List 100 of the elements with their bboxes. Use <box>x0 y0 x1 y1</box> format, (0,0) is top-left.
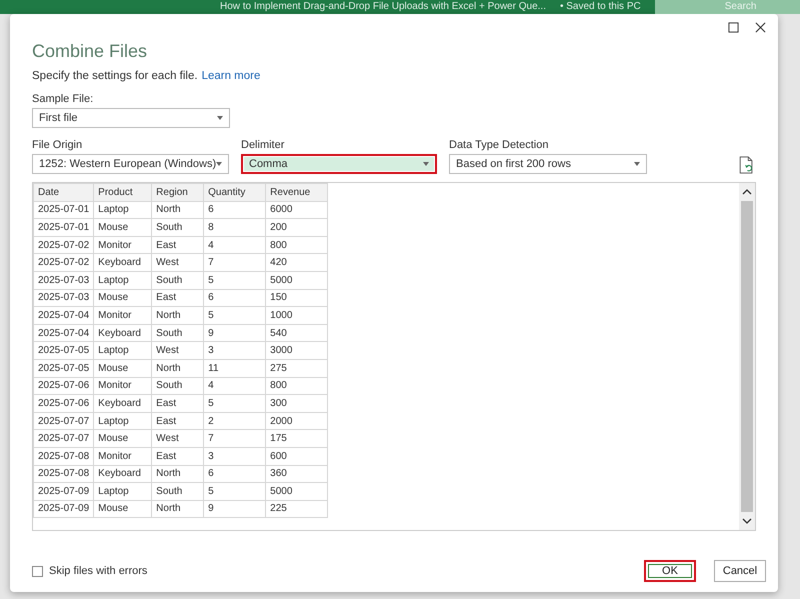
table-cell: 800 <box>266 236 328 254</box>
table-cell: North <box>152 359 204 378</box>
table-cell: 6000 <box>266 201 328 219</box>
table-cell: 2000 <box>266 412 328 430</box>
table-cell: 2025-07-09 <box>34 500 94 518</box>
table-cell: Mouse <box>94 289 152 307</box>
table-cell: South <box>152 482 204 500</box>
table-cell: Monitor <box>94 447 152 465</box>
table-cell: Mouse <box>94 359 152 378</box>
skip-errors-checkbox[interactable]: Skip files with errors <box>32 565 148 577</box>
table-cell: West <box>152 430 204 448</box>
table-cell: 2025-07-01 <box>34 201 94 219</box>
table-cell: 2025-07-08 <box>34 447 94 465</box>
table-cell: 2025-07-03 <box>34 289 94 307</box>
table-cell: 5 <box>204 306 266 324</box>
table-cell: 2025-07-07 <box>34 430 94 448</box>
save-status: • Saved to this PC <box>560 0 641 14</box>
dropdown[interactable]: Based on first 200 rows <box>449 154 647 174</box>
table-cell: 200 <box>266 218 328 236</box>
table-cell: 5 <box>204 271 266 290</box>
table-cell: 7 <box>204 430 266 448</box>
table-cell: East <box>152 394 204 412</box>
column-header: Date <box>34 184 94 202</box>
maximize-icon[interactable] <box>728 22 739 32</box>
table-cell: 8 <box>204 218 266 236</box>
table-cell: 2025-07-04 <box>34 306 94 324</box>
table-cell: Laptop <box>94 201 152 219</box>
learn-more-link[interactable]: Learn more <box>202 70 260 82</box>
table-cell: North <box>152 201 204 219</box>
table-cell: 175 <box>266 430 328 448</box>
field-label: Delimiter <box>241 138 286 152</box>
column-header: Region <box>152 184 204 202</box>
table-cell: 5000 <box>266 482 328 500</box>
document-title: How to Implement Drag-and-Drop File Uploads with Excel + Power Que... <box>220 0 546 14</box>
table-cell: 6 <box>204 465 266 483</box>
table-cell: 3 <box>204 447 266 465</box>
table-cell: South <box>152 377 204 395</box>
caret-icon <box>634 162 640 166</box>
table-cell: 5 <box>204 394 266 412</box>
table-cell: 9 <box>204 500 266 518</box>
table-cell: 5 <box>204 482 266 500</box>
caret-icon <box>423 162 429 166</box>
field-label: Data Type Detection <box>449 138 550 152</box>
table-cell: 1000 <box>266 306 328 324</box>
scrollbar[interactable] <box>739 183 755 530</box>
scroll-down-icon[interactable] <box>742 518 752 524</box>
table-cell: Keyboard <box>94 465 152 483</box>
table-cell: 3 <box>204 342 266 360</box>
table-cell: 2025-07-05 <box>34 359 94 378</box>
table-cell: East <box>152 447 204 465</box>
table-cell: 2025-07-02 <box>34 254 94 272</box>
table-cell: 2025-07-05 <box>34 342 94 360</box>
refresh-file-icon[interactable] <box>739 156 754 174</box>
table-cell: 2025-07-03 <box>34 271 94 290</box>
table-cell: Keyboard <box>94 254 152 272</box>
table-cell: South <box>152 324 204 342</box>
field-label: Sample File: <box>32 92 94 106</box>
table-cell: 2025-07-06 <box>34 394 94 412</box>
table-cell: Monitor <box>94 236 152 254</box>
cancel-button[interactable]: Cancel <box>714 560 766 582</box>
table-cell: 11 <box>204 359 266 378</box>
table-cell: 225 <box>266 500 328 518</box>
table-cell: 5000 <box>266 271 328 290</box>
table-cell: Mouse <box>94 218 152 236</box>
caret-icon <box>216 162 222 166</box>
table-cell: East <box>152 289 204 307</box>
table-cell: South <box>152 271 204 290</box>
instruction-text: Specify the settings for each file. <box>32 70 198 82</box>
sample-file-dropdown[interactable]: First file <box>32 108 230 128</box>
dropdown[interactable]: 1252: Western European (Windows) <box>32 154 229 174</box>
table-cell: 2025-07-08 <box>34 465 94 483</box>
table-cell: 3000 <box>266 342 328 360</box>
table-cell: 2025-07-07 <box>34 412 94 430</box>
table-cell: 275 <box>266 359 328 378</box>
table-cell: 2025-07-06 <box>34 377 94 395</box>
field-label: File Origin <box>32 138 84 152</box>
table-cell: Keyboard <box>94 394 152 412</box>
table-cell: Mouse <box>94 500 152 518</box>
table-cell: 2025-07-04 <box>34 324 94 342</box>
table-cell: North <box>152 465 204 483</box>
table-cell: Mouse <box>94 430 152 448</box>
close-icon[interactable] <box>755 22 766 32</box>
scroll-up-icon[interactable] <box>742 189 752 195</box>
table-cell: 2 <box>204 412 266 430</box>
table-cell: Monitor <box>94 306 152 324</box>
table-cell: 420 <box>266 254 328 272</box>
table-cell: 300 <box>266 394 328 412</box>
table-cell: West <box>152 254 204 272</box>
table-cell: North <box>152 500 204 518</box>
ok-button[interactable]: OK <box>644 560 696 582</box>
table-cell: Keyboard <box>94 324 152 342</box>
dropdown[interactable]: Comma <box>241 154 437 174</box>
table-cell: 540 <box>266 324 328 342</box>
table-cell: Laptop <box>94 482 152 500</box>
table-cell: 150 <box>266 289 328 307</box>
table-cell: Laptop <box>94 412 152 430</box>
table-cell: 7 <box>204 254 266 272</box>
table-cell: 2025-07-01 <box>34 218 94 236</box>
column-header: Quantity <box>204 184 266 202</box>
table-cell: 4 <box>204 377 266 395</box>
